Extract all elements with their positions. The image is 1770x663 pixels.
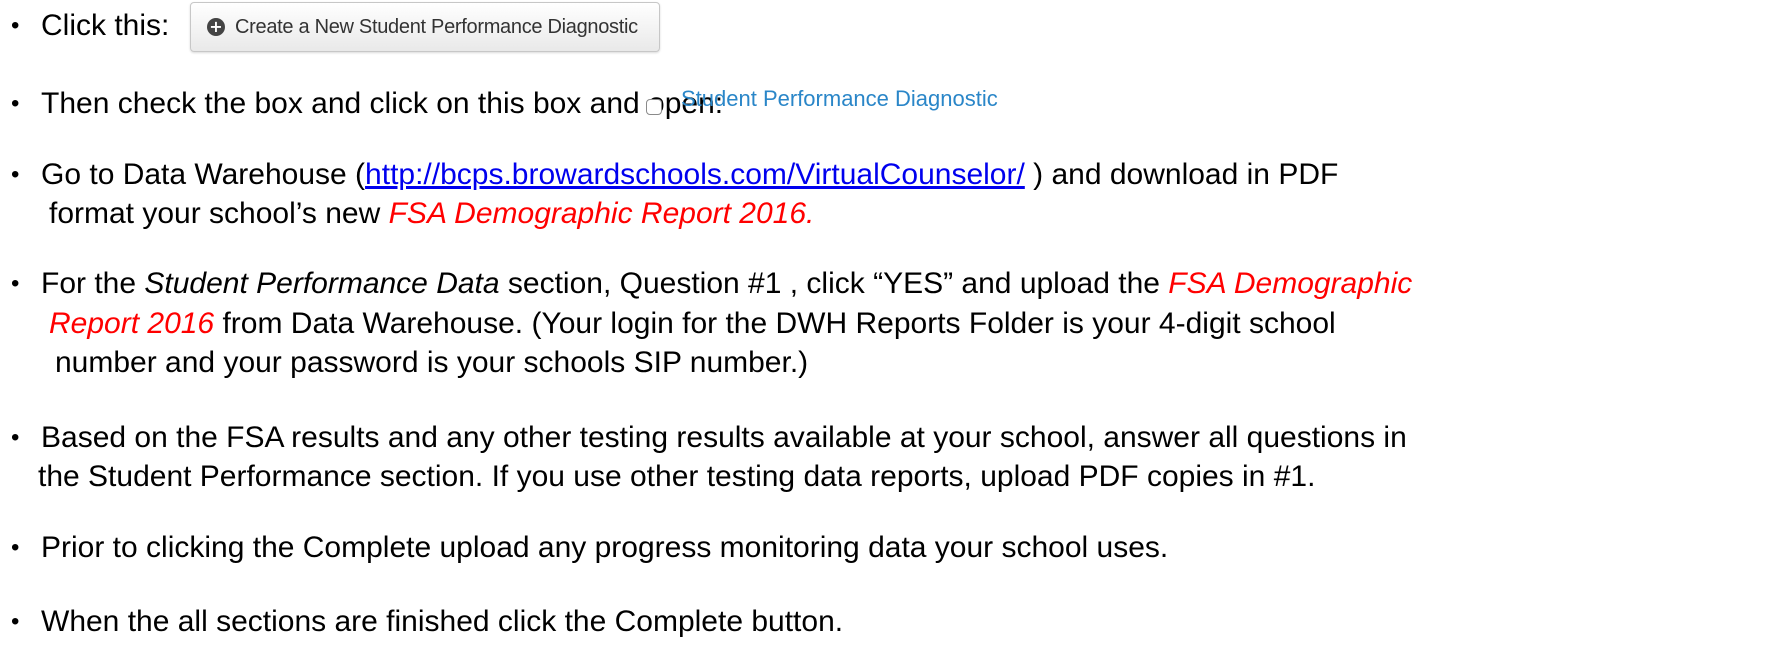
bullet-1: • <box>11 12 20 39</box>
bullet-4-line-2: Report 2016 from Data Warehouse. (Your l… <box>49 306 1336 342</box>
student-performance-data-section: Student Performance Data <box>144 267 500 300</box>
student-performance-diagnostic-link[interactable]: Student Performance Diagnostic <box>681 84 998 114</box>
bullet-4-line-3: number and your password is your schools… <box>55 346 809 379</box>
bullet-6-text: Prior to clicking the Complete upload an… <box>41 531 1169 564</box>
bullet-3-line-2: format your school’s new FSA Demographic… <box>49 196 814 232</box>
diagnostic-checkbox[interactable] <box>646 99 662 115</box>
bullet-4: • <box>11 270 20 297</box>
bullet-4-line-1: For the Student Performance Data section… <box>41 266 1412 302</box>
bullet-7-text: When the all sections are finished click… <box>41 605 844 638</box>
bullet-4-line-2-text: from Data Warehouse. (Your login for the… <box>214 307 1336 340</box>
bullet-4-mid: section, Question #1 , click “YES” and u… <box>499 267 1169 300</box>
report-2016-red: Report 2016 <box>49 307 215 340</box>
bullet-7: • <box>11 608 20 635</box>
bullet-1-text: Click this: <box>41 9 170 42</box>
bullet-4-pre: For the <box>41 267 145 300</box>
fsa-report-title: FSA Demographic Report 2016. <box>388 197 815 230</box>
plus-circle-icon: + <box>207 18 225 36</box>
bullet-3: • <box>11 161 20 188</box>
bullet-2-text: Then check the box and click on this box… <box>41 87 724 120</box>
bullet-3-line-2-text: format your school’s new <box>49 197 389 230</box>
fsa-demographic-red: FSA Demographic <box>1168 267 1413 300</box>
bullet-6: • <box>11 534 20 561</box>
bullet-3-post: ) and download in PDF <box>1024 158 1339 191</box>
bullet-3-line-1: Go to Data Warehouse (http://bcps.browar… <box>41 157 1338 193</box>
bullet-3-pre: Go to Data Warehouse ( <box>41 158 366 191</box>
bullet-5-line-2: the Student Performance section. If you … <box>38 460 1316 493</box>
create-diagnostic-button[interactable]: + Create a New Student Performance Diagn… <box>190 2 660 52</box>
bullet-2: • <box>11 90 20 117</box>
bullet-5: • <box>11 424 20 451</box>
data-warehouse-link[interactable]: http://bcps.browardschools.com/VirtualCo… <box>365 158 1025 191</box>
bullet-5-line-1: Based on the FSA results and any other t… <box>41 421 1407 454</box>
create-diagnostic-button-label: Create a New Student Performance Diagnos… <box>235 15 638 38</box>
